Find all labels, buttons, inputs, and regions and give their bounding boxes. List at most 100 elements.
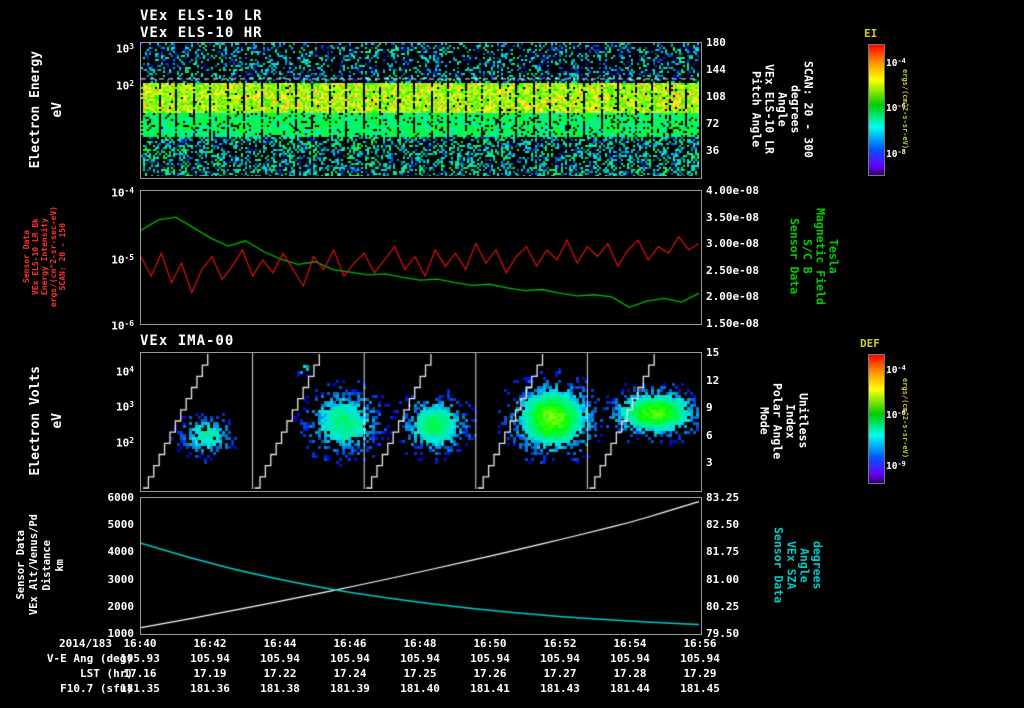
sza-axis-label-line: Sensor Data (771, 526, 786, 604)
bfield-axis-label-line: Sensor Data (787, 218, 802, 295)
ancillary-value: 181.44 (610, 682, 650, 695)
bfield-tick: 3.00e-08 (706, 237, 759, 251)
bfield-axis-label-line: Magnetic Field (813, 208, 828, 305)
altitude-axis-label: km (53, 497, 66, 633)
panel-intensity-bfield (140, 190, 702, 325)
intensity-bfield-canvas (141, 191, 699, 322)
bfield-axis-label: Magnetic Field (813, 190, 828, 323)
altitude-axis-label: Distance (40, 497, 53, 633)
sza-axis-label-line: VEx SZA (784, 540, 799, 590)
ancillary-value: 105.94 (610, 652, 650, 665)
bfield-axis-label: Tesla (827, 190, 841, 323)
sza-axis-label-line: Angle (797, 547, 812, 583)
time-tick: 16:46 (333, 637, 367, 650)
intensity-tick: 10-4 (111, 186, 134, 200)
els-y-axis-label: eV (46, 42, 68, 177)
time-tick: 16:56 (683, 637, 717, 650)
ancillary-value: 181.40 (400, 682, 440, 695)
altitude-axis-label-line: km (53, 558, 66, 572)
ima-energy-tick: 102 (115, 436, 134, 450)
altitude-axis-label-line: Sensor Data (14, 530, 27, 600)
sza-axis-label: degrees (810, 497, 825, 633)
time-tick: 16:42 (193, 637, 227, 650)
time-tick: 16:40 (123, 637, 157, 650)
ima-spectrogram-canvas (141, 353, 699, 489)
ancillary-value: 181.39 (330, 682, 370, 695)
els-colorbar-units: ergs/(cm^2-s-sr-eV) (900, 44, 910, 174)
sza-axis-label-line: degrees (810, 540, 825, 590)
panel3-title: VEx IMA-00 (140, 333, 235, 349)
altitude-tick: 5000 (107, 518, 135, 532)
ancillary-value: 17.27 (543, 667, 577, 680)
polar-angle-axis-label: Polar Angle (770, 352, 785, 490)
sza-axis-label: VEx SZA (784, 497, 799, 633)
bfield-tick: 3.50e-08 (706, 210, 759, 224)
intensity-axis-label: SCAN: 20 - 150 (58, 190, 67, 323)
altitude-axis-label: Sensor Data (14, 497, 27, 633)
bfield-axis-label: S/C B (800, 190, 815, 323)
altitude-sza-canvas (141, 498, 699, 632)
altitude-tick: 4000 (107, 545, 135, 559)
ima-y-axis-label: Electron Volts (24, 352, 46, 490)
time-tick: 16:44 (263, 637, 297, 650)
panel1-title-hr: VEx ELS-10 HR (140, 25, 263, 41)
ima-colorbar-units: ergs/(cm^2-s-sr-eV) (900, 354, 910, 482)
ancillary-value: 17.22 (263, 667, 297, 680)
polar-angle-axis-label: Index (783, 352, 798, 490)
ima-energy-tick: 104 (115, 364, 134, 379)
polar-angle-axis-label-line: Mode (757, 407, 772, 435)
intensity-axis-label: VEx ELS-10 LR Bk (31, 190, 40, 323)
ima-energy-tick: 103 (115, 400, 134, 414)
ima-colorbar-title: DEF (860, 337, 880, 350)
polar-angle-axis-label-line: Index (783, 403, 798, 439)
intensity-tick: 10-5 (111, 252, 134, 267)
els-y-axis-label-line: eV (49, 101, 65, 118)
bfield-tick: 4.00e-08 (706, 184, 759, 197)
ancillary-value: 105.94 (400, 652, 440, 665)
ancillary-value: 181.36 (190, 682, 230, 695)
ancillary-value: 181.43 (540, 682, 580, 695)
ancillary-value: 17.24 (333, 667, 367, 680)
panel-altitude-sza (140, 497, 702, 635)
ancillary-value: 105.94 (260, 652, 300, 665)
time-tick: 16:52 (543, 637, 577, 650)
intensity-axis-label-line: VEx ELS-10 LR Bk (31, 217, 40, 296)
ancillary-value: 17.29 (683, 667, 717, 680)
panel-els-spectrogram (140, 42, 702, 179)
ancillary-value: 181.41 (470, 682, 510, 695)
colorbar-units-text: ergs/(cm^2-s-sr-eV) (901, 377, 909, 459)
els-spectrogram-canvas (141, 43, 699, 176)
intensity-axis-label-line: ergs/(cm^2-sr-sec-eV) (49, 205, 58, 308)
bfield-tick: 2.50e-08 (706, 263, 759, 277)
intensity-axis-label: Energy Intensity (40, 190, 49, 323)
sza-axis-label: Sensor Data (771, 497, 786, 633)
time-tick: 16:48 (403, 637, 437, 650)
ima-y-axis-label-line: Electron Volts (27, 366, 43, 476)
polar-angle-axis-label-line: Polar Angle (770, 382, 785, 460)
intensity-tick: 10-6 (111, 319, 134, 333)
ancillary-value: 17.19 (193, 667, 227, 680)
bfield-axis-label-line: S/C B (800, 239, 815, 274)
ancillary-value: 105.94 (470, 652, 510, 665)
ancillary-value: 17.16 (123, 667, 157, 680)
intensity-axis-label: Sensor Data (22, 190, 31, 323)
ancillary-value: 105.94 (680, 652, 720, 665)
ancillary-value: 181.35 (120, 682, 160, 695)
panel1-title-lr: VEx ELS-10 LR (140, 8, 263, 24)
ancillary-value: 17.25 (403, 667, 437, 680)
els-colorbar (868, 44, 885, 176)
els-y-axis-label-line: Electron Energy (27, 50, 43, 169)
intensity-axis-label: ergs/(cm^2-sr-sec-eV) (49, 190, 58, 323)
pitch-angle-axis-label: VEx ELS-10 LR (763, 42, 777, 177)
pitch-angle-axis-label-line: Angle (775, 92, 790, 127)
polar-angle-axis-label: Unitless (796, 352, 811, 490)
pitch-angle-axis-label: Pitch Angle (750, 42, 764, 177)
altitude-tick: 2000 (107, 599, 135, 613)
polar-angle-axis-label-line: Unitless (796, 393, 811, 449)
els-colorbar-title: EI (864, 27, 878, 40)
sza-axis-label: Angle (797, 497, 812, 633)
els-y-axis-label: Electron Energy (24, 42, 46, 177)
ancillary-value: 105.94 (190, 652, 230, 665)
ancillary-value: 181.45 (680, 682, 720, 695)
altitude-axis-label-line: Distance (40, 539, 53, 591)
